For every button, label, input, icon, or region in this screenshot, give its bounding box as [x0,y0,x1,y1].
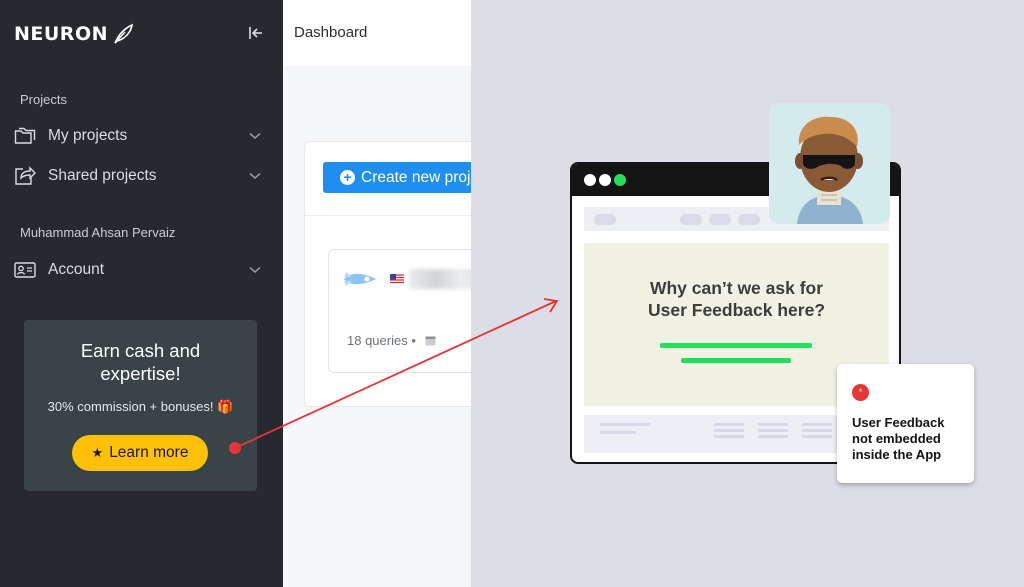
mock-line [802,429,832,432]
us-flag-icon [390,274,404,284]
collapse-sidebar-button[interactable] [245,22,267,44]
collapse-icon [249,27,262,39]
sidebar-item-my-projects[interactable]: My projects [14,121,266,151]
logo-text: NEURON [14,23,108,45]
project-item[interactable]: 18 queries • [328,249,471,373]
mock-pill [680,214,702,225]
sidebar-item-label: Account [48,261,105,278]
mock-line [600,423,650,426]
mock-line [714,429,744,432]
section-label-user: Muhammad Ahsan Pervaiz [20,225,176,240]
topbar: Dashboard [283,0,471,66]
learn-more-label: Learn more [109,444,189,461]
sidebar-item-label: Shared projects [48,167,157,184]
star-icon: ★ [91,445,104,460]
project-name-redacted [409,269,471,289]
mock-line [714,435,744,438]
rocket-icon [344,272,376,286]
share-icon [14,165,36,187]
headline-line-1: Why can’t we ask for [649,278,824,298]
mock-line [758,423,788,426]
avatar-illustration [795,116,863,224]
chevron-down-icon [248,169,262,183]
window-dot [599,174,611,186]
feedback-headline: Why can’t we ask for User Feedback here? [584,277,889,321]
main-content: Dashboard + Create new project 18 querie… [283,0,471,587]
divider [305,215,471,216]
folders-icon [14,125,36,147]
logo[interactable]: NEURON [14,21,135,47]
arrow-head [543,298,559,313]
id-card-icon [14,259,36,281]
create-project-label: Create new project [361,168,471,186]
mock-line [758,429,788,432]
promo-card: Earn cash and expertise! 30% commission … [24,320,257,491]
query-count: 18 queries • [347,333,416,348]
learn-more-button[interactable]: ★ Learn more [72,435,208,471]
highlight-bar [681,358,791,363]
feedback-warning-card: * User Feedback not embedded inside the … [837,364,974,483]
sidebar-item-account[interactable]: Account [14,255,266,285]
sidebar-item-label: My projects [48,127,128,144]
highlight-bar [660,343,812,348]
mock-pill [738,214,760,225]
mock-pill [709,214,731,225]
projects-card: + Create new project 18 queries • [304,141,471,407]
create-project-button[interactable]: + Create new project [323,162,471,193]
promo-title: Earn cash and expertise! [80,340,201,384]
headline-line-2: User Feedback here? [647,300,826,320]
mock-line [802,435,832,438]
chevron-down-icon [248,263,262,277]
chevron-down-icon [248,129,262,143]
mock-pill [594,214,616,225]
page-title: Dashboard [294,24,368,41]
promo-subtitle: 30% commission + bonuses! 🎁 [47,399,234,414]
mock-line [802,423,832,426]
window-dot [584,174,596,186]
sidebar: NEURON Projects My projects Shared proje… [0,0,283,587]
warning-text: User Feedback not embedded inside the Ap… [852,415,945,462]
section-label-projects: Projects [20,92,67,107]
calendar-icon [425,336,436,346]
worried-avatar [769,103,890,224]
mock-line [758,435,788,438]
mock-line [714,423,744,426]
sidebar-item-shared-projects[interactable]: Shared projects [14,161,266,191]
alert-icon: * [852,384,869,401]
window-dot [614,174,626,186]
feather-icon [114,23,133,44]
mock-line [600,431,636,434]
plus-circle-icon: + [340,170,355,185]
